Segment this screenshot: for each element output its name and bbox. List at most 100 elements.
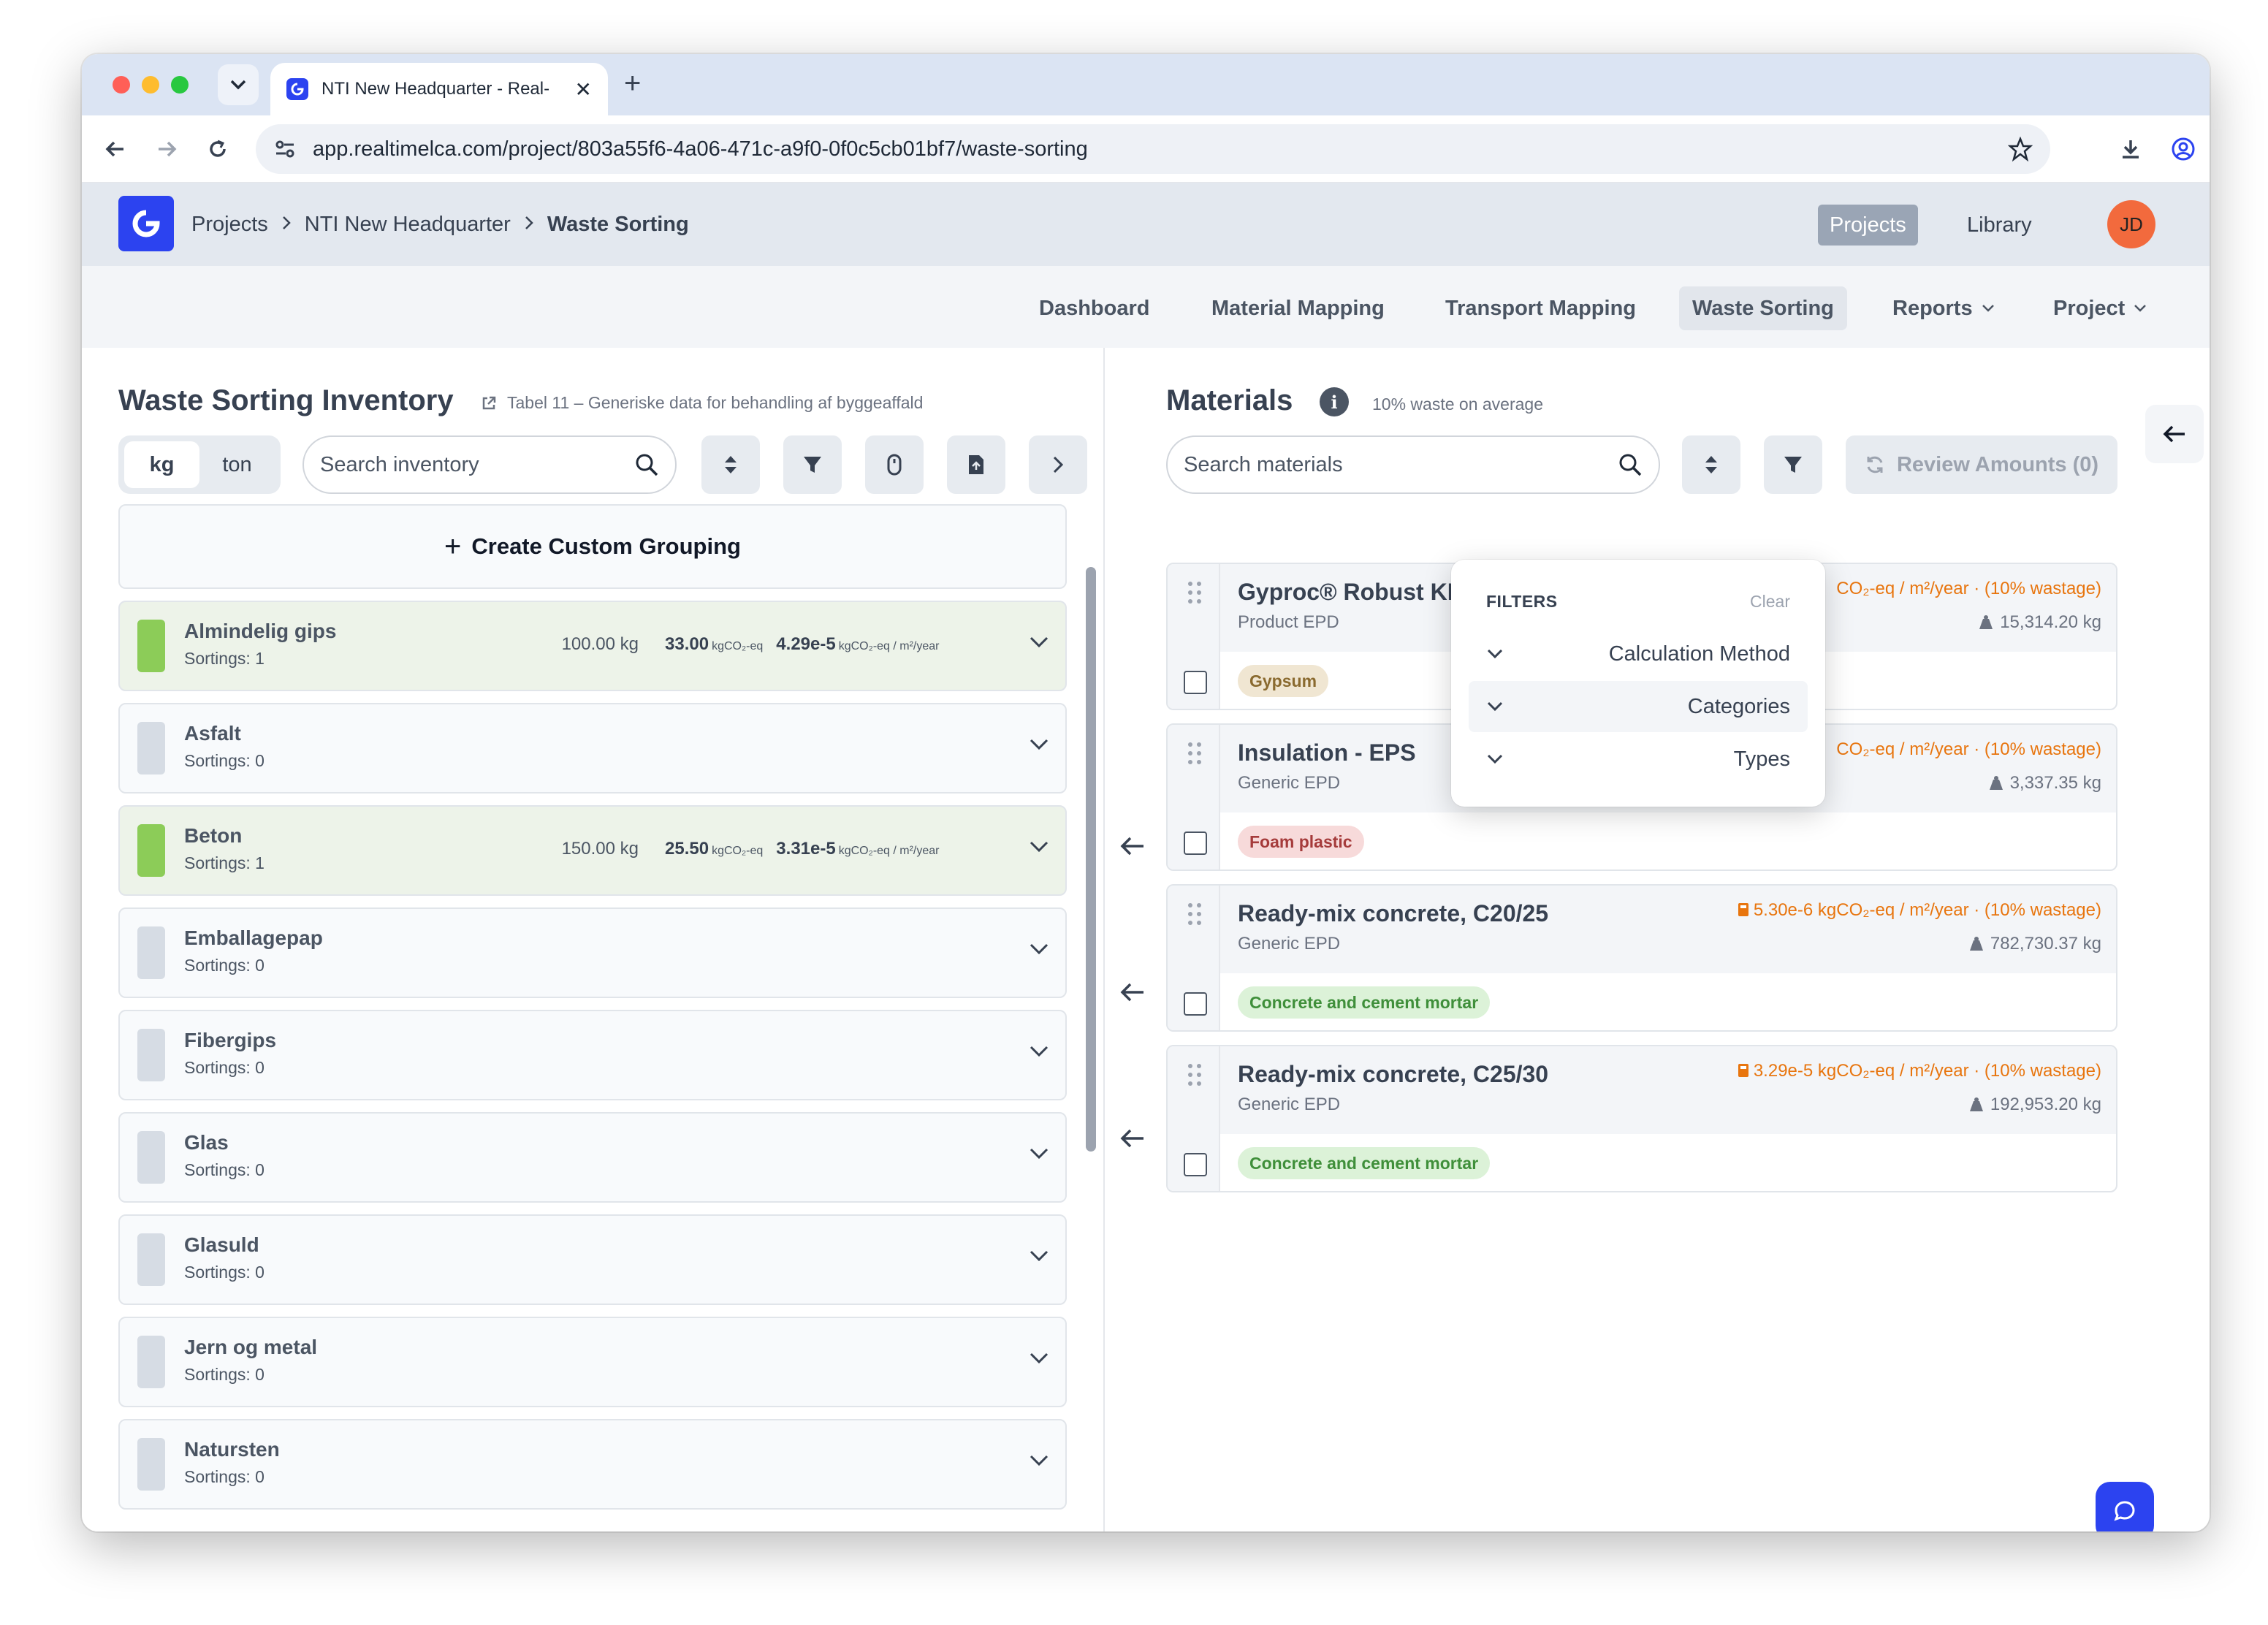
material-checkbox[interactable] bbox=[1184, 831, 1207, 855]
chevron-down-icon[interactable] bbox=[1029, 840, 1049, 853]
search-inventory-input[interactable]: Search inventory bbox=[302, 435, 677, 494]
reload-button[interactable] bbox=[200, 132, 235, 167]
inventory-group[interactable]: Almindelig gips Sortings: 1 100.00 kg 33… bbox=[118, 601, 1067, 691]
breadcrumb-project[interactable]: NTI New Headquarter bbox=[305, 213, 511, 237]
downloads-button[interactable] bbox=[2113, 132, 2148, 167]
filter-icon bbox=[804, 457, 821, 473]
drag-handle[interactable] bbox=[1168, 725, 1220, 869]
source-link[interactable]: Tabel 11 – Generiske data for behandling… bbox=[481, 393, 923, 413]
chevron-down-icon[interactable] bbox=[1029, 738, 1049, 751]
material-checkbox[interactable] bbox=[1184, 671, 1207, 694]
info-icon[interactable]: i bbox=[1320, 387, 1349, 416]
filter-button[interactable] bbox=[783, 435, 842, 494]
maximize-window-button[interactable] bbox=[171, 76, 189, 94]
material-name: Gyproc® Robust KI bbox=[1238, 579, 1454, 605]
group-name: Beton bbox=[184, 824, 243, 847]
material-checkbox[interactable] bbox=[1184, 1153, 1207, 1176]
material-card[interactable]: Ready-mix concrete, C25/30 Generic EPD 3… bbox=[1166, 1045, 2117, 1192]
export-button[interactable] bbox=[947, 435, 1005, 494]
filter-calculation-method[interactable]: Calculation Method bbox=[1469, 628, 1808, 680]
close-tab-icon[interactable]: ✕ bbox=[575, 77, 592, 102]
close-window-button[interactable] bbox=[113, 76, 130, 94]
chat-button[interactable] bbox=[2096, 1482, 2154, 1531]
group-color-swatch bbox=[137, 1131, 165, 1184]
assign-arrow-button[interactable] bbox=[1111, 1116, 1154, 1160]
inventory-group[interactable]: Glasuld Sortings: 0 bbox=[118, 1214, 1067, 1305]
breadcrumb-projects[interactable]: Projects bbox=[191, 213, 268, 237]
material-weight: 3,337.35 kg bbox=[1988, 773, 2101, 794]
group-weight: 150.00 kg bbox=[561, 839, 639, 859]
new-tab-button[interactable]: + bbox=[624, 67, 641, 100]
material-checkbox[interactable] bbox=[1184, 992, 1207, 1016]
nav-transport-mapping[interactable]: Transport Mapping bbox=[1432, 286, 1649, 330]
inventory-group[interactable]: Beton Sortings: 1 150.00 kg 25.50 kgCO₂-e… bbox=[118, 805, 1067, 896]
nav-material-mapping[interactable]: Material Mapping bbox=[1198, 286, 1398, 330]
nav-dashboard[interactable]: Dashboard bbox=[1026, 286, 1162, 330]
group-stats: 100.00 kg 33.00 kgCO₂-eq 4.29e-5 kgCO₂-eq … bbox=[529, 634, 982, 655]
chevron-down-icon[interactable] bbox=[1029, 1454, 1049, 1467]
url-field[interactable]: app.realtimelca.com/project/803a55f6-4a0… bbox=[256, 124, 2050, 174]
material-name: Ready-mix concrete, C25/30 bbox=[1238, 1061, 1549, 1087]
tab-strip: NTI New Headquarter - Real- ✕ + bbox=[82, 54, 2210, 115]
minimize-window-button[interactable] bbox=[142, 76, 159, 94]
assign-arrow-button[interactable] bbox=[1111, 824, 1154, 868]
drag-handle[interactable] bbox=[1168, 886, 1220, 1030]
review-amounts-button[interactable]: Review Amounts (0) bbox=[1846, 435, 2117, 494]
nav-project[interactable]: Project bbox=[2040, 286, 2160, 330]
group-sortings: Sortings: 0 bbox=[184, 1058, 265, 1077]
collapse-panel-button[interactable] bbox=[2145, 405, 2204, 463]
browser-tab[interactable]: NTI New Headquarter - Real- ✕ bbox=[270, 63, 608, 115]
back-button[interactable] bbox=[98, 132, 133, 167]
projects-button[interactable]: Projects bbox=[1818, 205, 1918, 246]
plus-icon: + bbox=[444, 530, 462, 563]
chevron-down-icon[interactable] bbox=[1029, 636, 1049, 649]
drag-handle[interactable] bbox=[1168, 564, 1220, 709]
chevron-down-icon[interactable] bbox=[1029, 1249, 1049, 1263]
inventory-group[interactable]: Asfalt Sortings: 0 bbox=[118, 703, 1067, 794]
inventory-group[interactable]: Emballagepap Sortings: 0 bbox=[118, 907, 1067, 998]
library-button[interactable]: Library bbox=[1967, 205, 2032, 246]
avatar[interactable]: JD bbox=[2107, 200, 2155, 248]
filter-types[interactable]: Types bbox=[1469, 734, 1808, 785]
nav-reports[interactable]: Reports bbox=[1879, 286, 2008, 330]
forward-button[interactable] bbox=[149, 132, 184, 167]
inventory-group[interactable]: Jern og metal Sortings: 0 bbox=[118, 1317, 1067, 1407]
filters-clear-button[interactable]: Clear bbox=[1750, 592, 1790, 612]
materials-sort-button[interactable] bbox=[1682, 435, 1740, 494]
nav-reports-label: Reports bbox=[1892, 296, 1973, 320]
app-logo[interactable] bbox=[118, 196, 174, 251]
inventory-scrollbar[interactable] bbox=[1086, 567, 1096, 1152]
chevron-right-icon bbox=[281, 213, 292, 237]
create-custom-grouping-button[interactable]: + Create Custom Grouping bbox=[118, 504, 1067, 589]
unit-kg-button[interactable]: kg bbox=[124, 441, 199, 488]
inventory-group[interactable]: Glas Sortings: 0 bbox=[118, 1112, 1067, 1203]
chevron-down-icon[interactable] bbox=[1029, 943, 1049, 956]
category-tag: Foam plastic bbox=[1238, 826, 1364, 858]
category-tag: Concrete and cement mortar bbox=[1238, 986, 1491, 1019]
inventory-group[interactable]: Natursten Sortings: 0 bbox=[118, 1419, 1067, 1510]
unit-ton-button[interactable]: ton bbox=[199, 441, 275, 488]
drag-handle[interactable] bbox=[1168, 1046, 1220, 1191]
chevron-down-icon[interactable] bbox=[1029, 1147, 1049, 1160]
profile-button[interactable] bbox=[2166, 132, 2201, 167]
search-materials-input[interactable]: Search materials bbox=[1166, 435, 1660, 494]
group-co2: 33.00 bbox=[665, 634, 709, 654]
nav-waste-sorting[interactable]: Waste Sorting bbox=[1679, 286, 1847, 330]
mouse-button[interactable] bbox=[865, 435, 924, 494]
filters-popover: FILTERS Clear Calculation Method Categor… bbox=[1451, 560, 1825, 807]
inventory-group[interactable]: Fibergips Sortings: 0 bbox=[118, 1010, 1067, 1100]
filter-categories[interactable]: Categories bbox=[1469, 681, 1808, 732]
chevron-down-icon[interactable] bbox=[1029, 1352, 1049, 1365]
next-button[interactable] bbox=[1029, 435, 1087, 494]
materials-note: 10% waste on average bbox=[1372, 395, 1543, 414]
material-card[interactable]: Ready-mix concrete, C20/25 Generic EPD 5… bbox=[1166, 884, 2117, 1032]
address-bar: app.realtimelca.com/project/803a55f6-4a0… bbox=[82, 115, 2210, 183]
group-rate: 4.29e-5 bbox=[776, 634, 836, 654]
tab-search-button[interactable] bbox=[218, 64, 259, 105]
sort-button[interactable] bbox=[701, 435, 760, 494]
materials-filter-button[interactable] bbox=[1764, 435, 1822, 494]
bookmark-star-icon[interactable] bbox=[2008, 137, 2033, 161]
group-sortings: Sortings: 1 bbox=[184, 853, 265, 872]
chevron-down-icon[interactable] bbox=[1029, 1045, 1049, 1058]
assign-arrow-button[interactable] bbox=[1111, 970, 1154, 1014]
